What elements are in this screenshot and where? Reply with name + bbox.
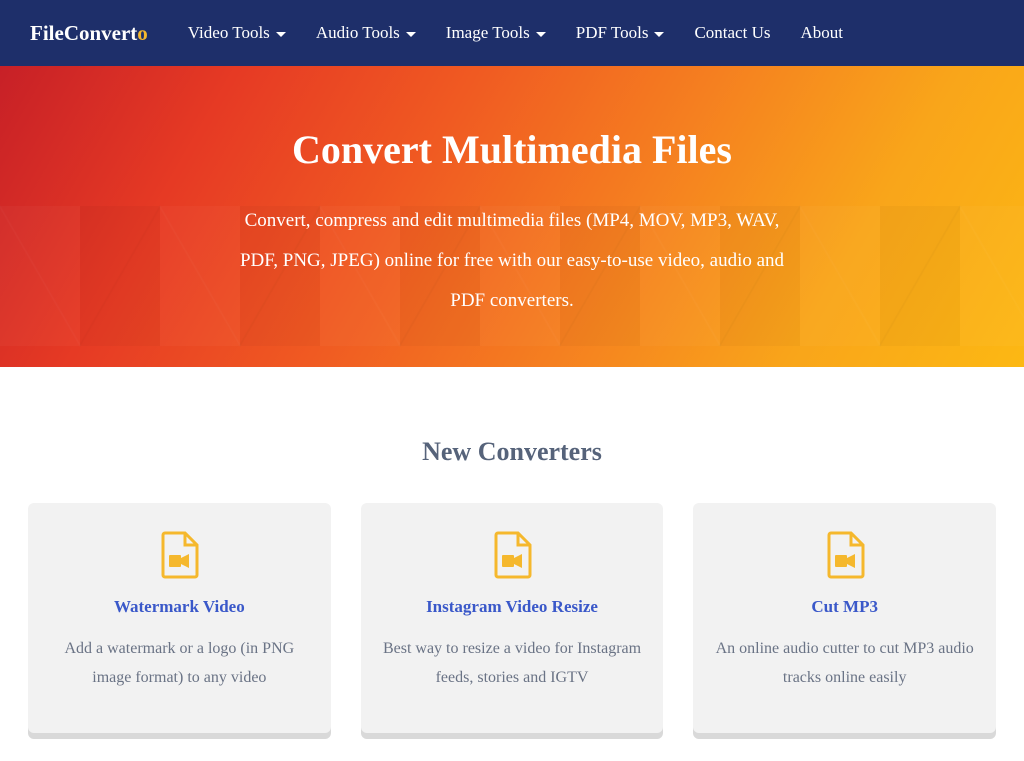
nav-items: Video Tools Audio Tools Image Tools PDF … [188, 23, 843, 43]
card-desc: Add a watermark or a logo (in PNG image … [48, 635, 311, 693]
card-instagram-resize[interactable]: Instagram Video Resize Best way to resiz… [361, 503, 664, 733]
chevron-down-icon [536, 32, 546, 37]
hero: Convert Multimedia Files Convert, compre… [0, 66, 1024, 367]
nav-label: About [800, 23, 843, 43]
chevron-down-icon [406, 32, 416, 37]
converter-cards: Watermark Video Add a watermark or a log… [0, 503, 1024, 733]
brand-logo[interactable]: FileConverto [30, 21, 148, 46]
nav-audio-tools[interactable]: Audio Tools [316, 23, 416, 43]
nav-video-tools[interactable]: Video Tools [188, 23, 286, 43]
file-video-icon [492, 531, 532, 579]
nav-label: Audio Tools [316, 23, 400, 43]
file-video-icon [159, 531, 199, 579]
card-desc: Best way to resize a video for Instagram… [381, 635, 644, 693]
file-video-icon [825, 531, 865, 579]
nav-label: Video Tools [188, 23, 270, 43]
nav-label: Contact Us [694, 23, 770, 43]
card-cut-mp3[interactable]: Cut MP3 An online audio cutter to cut MP… [693, 503, 996, 733]
nav-label: PDF Tools [576, 23, 649, 43]
card-title: Cut MP3 [713, 597, 976, 617]
card-title: Watermark Video [48, 597, 311, 617]
nav-contact-us[interactable]: Contact Us [694, 23, 770, 43]
card-desc: An online audio cutter to cut MP3 audio … [713, 635, 976, 693]
nav-image-tools[interactable]: Image Tools [446, 23, 546, 43]
nav-label: Image Tools [446, 23, 530, 43]
hero-title: Convert Multimedia Files [0, 126, 1024, 173]
navbar: FileConverto Video Tools Audio Tools Ima… [0, 0, 1024, 66]
hero-subtitle: Convert, compress and edit multimedia fi… [232, 201, 792, 321]
brand-prefix: FileConvert [30, 21, 137, 45]
section-title: New Converters [0, 437, 1024, 467]
card-watermark-video[interactable]: Watermark Video Add a watermark or a log… [28, 503, 331, 733]
chevron-down-icon [654, 32, 664, 37]
card-title: Instagram Video Resize [381, 597, 644, 617]
chevron-down-icon [276, 32, 286, 37]
nav-pdf-tools[interactable]: PDF Tools [576, 23, 665, 43]
brand-suffix: o [137, 21, 148, 45]
nav-about[interactable]: About [800, 23, 843, 43]
